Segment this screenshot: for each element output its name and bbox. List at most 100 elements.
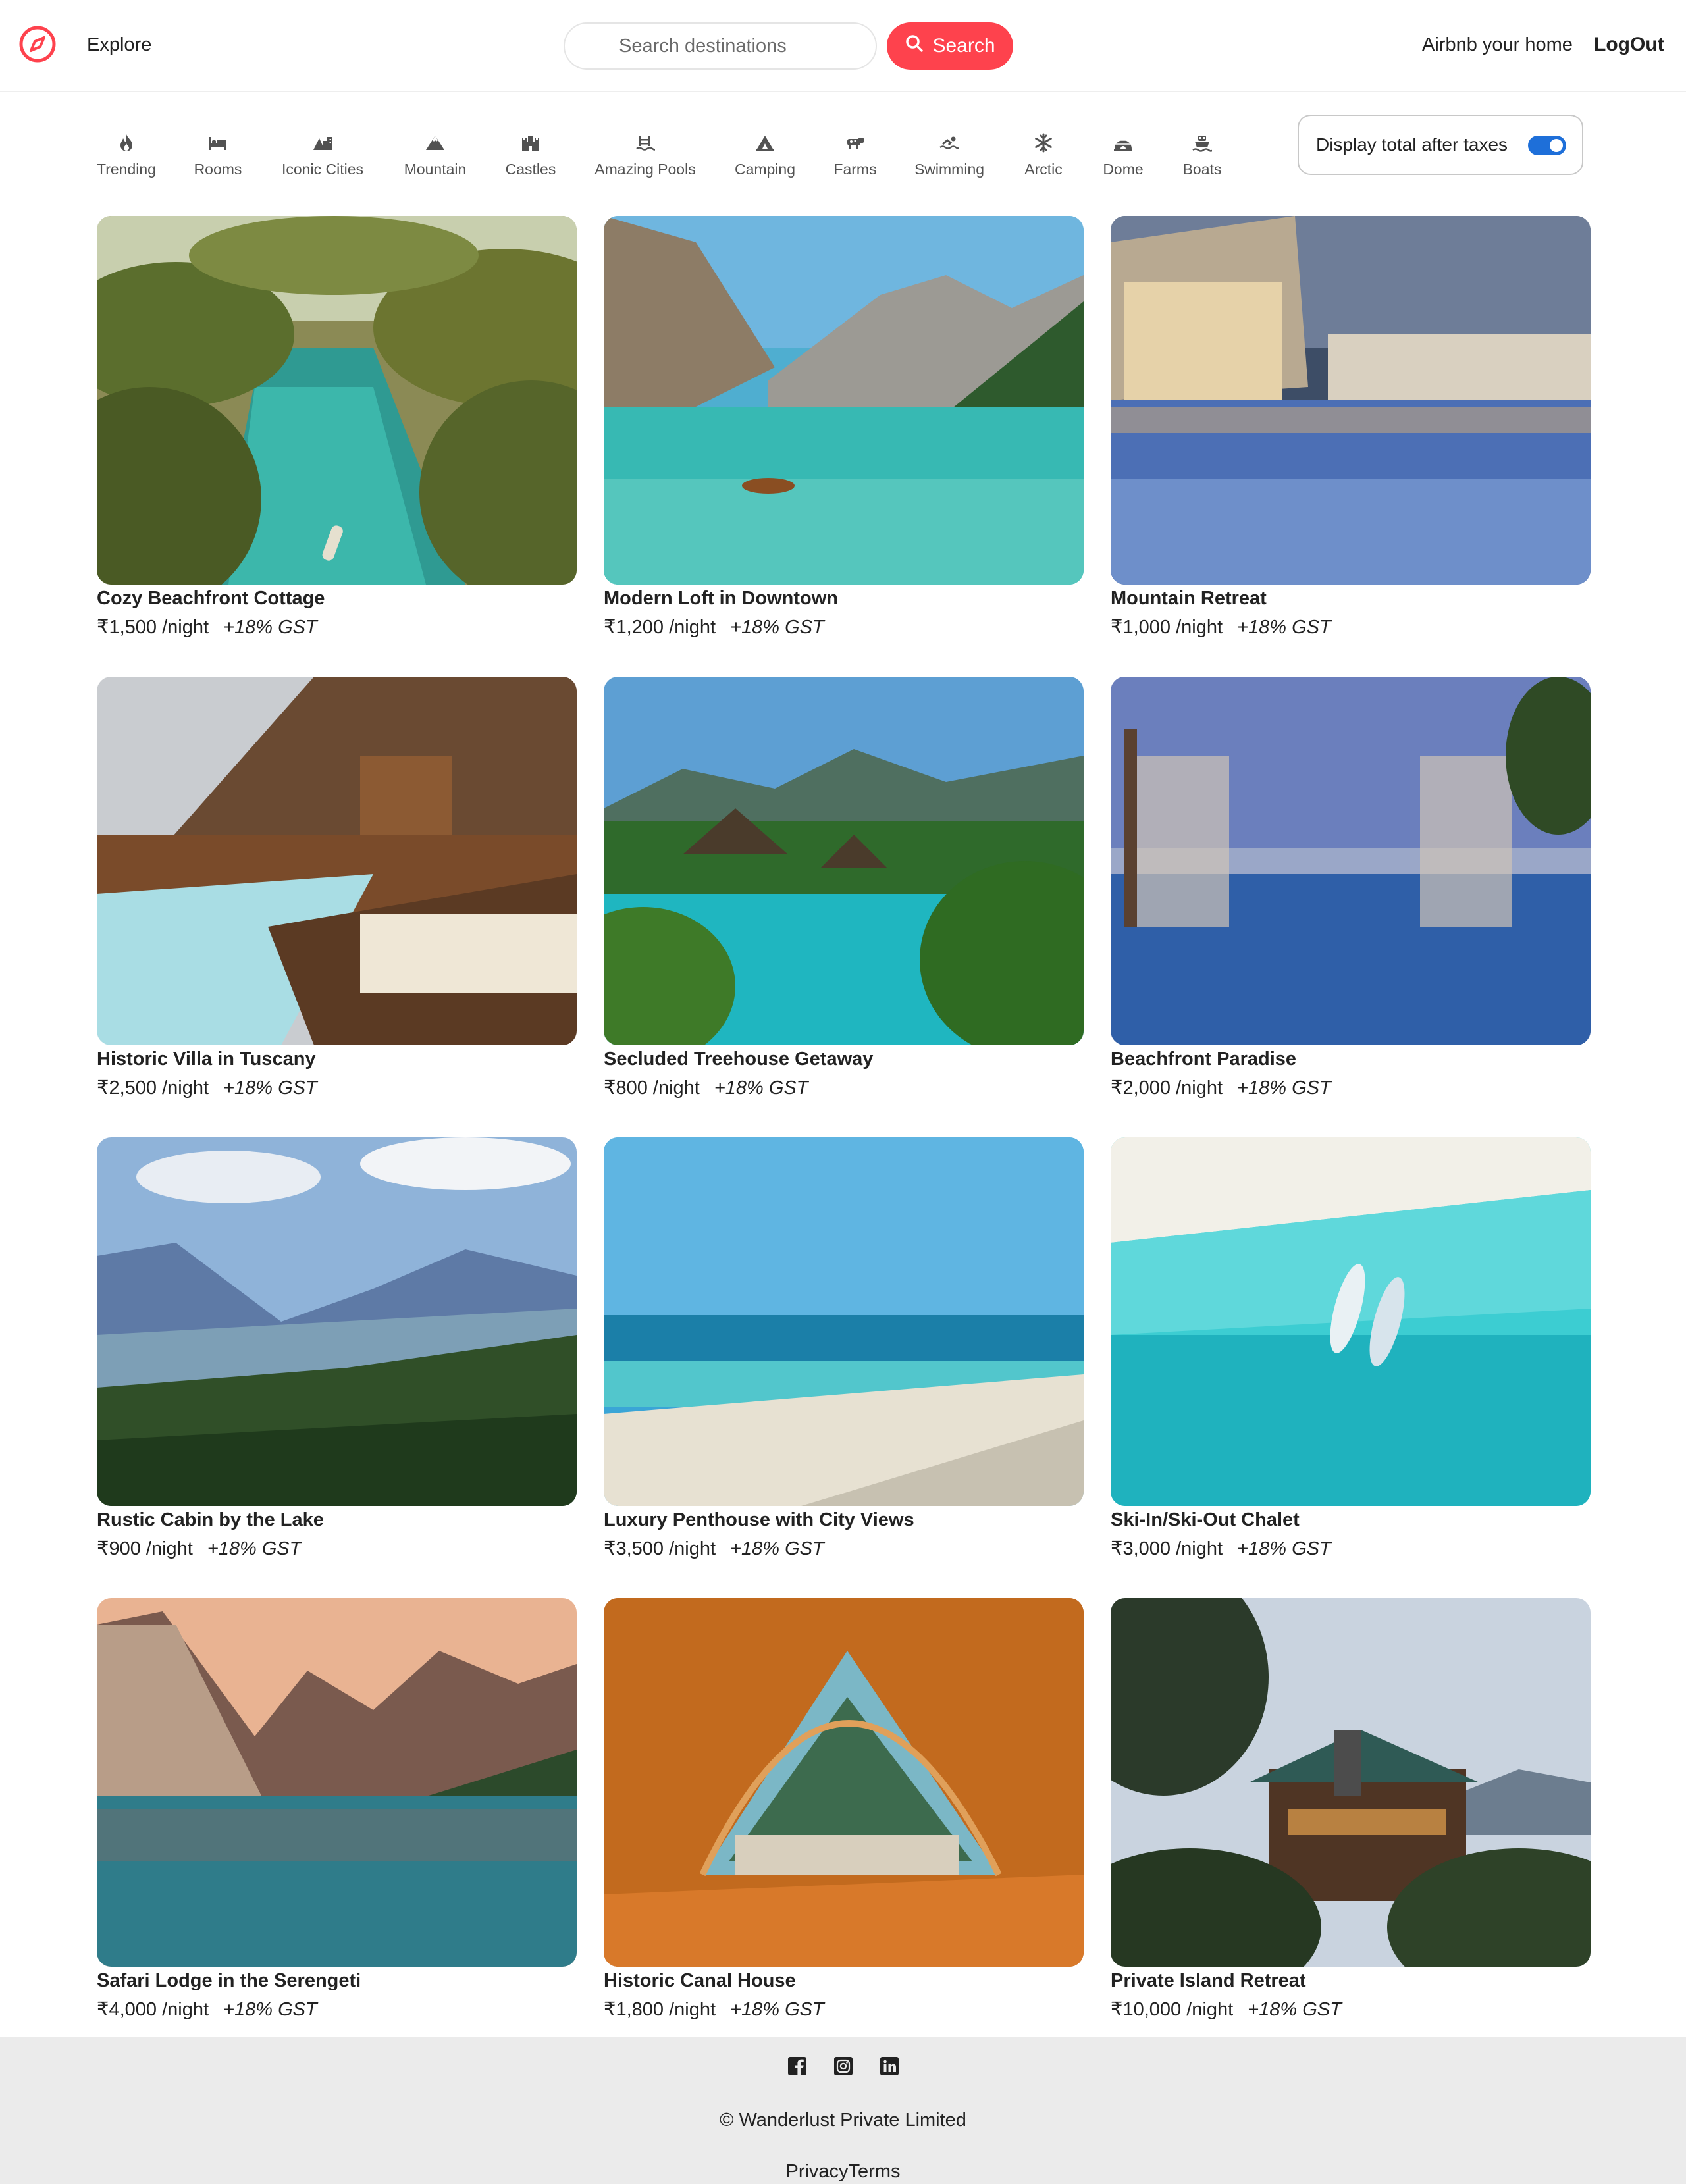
price-per-night: ₹10,000 /night: [1111, 1999, 1234, 2020]
navbar: Explore Search Airbnb your home LogOut: [0, 0, 1686, 92]
listing-image[interactable]: [97, 1598, 577, 1967]
listing-image[interactable]: [97, 1137, 577, 1506]
listing-image[interactable]: [1111, 677, 1591, 1045]
search-button-label: Search: [932, 35, 995, 57]
listing-card[interactable]: Historic Canal House ₹1,800 /night +18% G…: [604, 1598, 1084, 2020]
compass-logo-icon[interactable]: [18, 25, 57, 63]
privacy-terms-links[interactable]: PrivacyTerms: [0, 2161, 1686, 2183]
listing-card[interactable]: Beachfront Paradise ₹2,000 /night +18% GS…: [1111, 677, 1591, 1099]
listing-image[interactable]: [97, 216, 577, 585]
filter-label: Farms: [833, 161, 877, 178]
gst-label: +18% GST: [730, 1538, 824, 1559]
listing-price: ₹900 /night +18% GST: [97, 1537, 302, 1560]
gst-label: +18% GST: [1248, 1999, 1342, 2020]
listing-title[interactable]: Historic Villa in Tuscany: [97, 1049, 316, 1070]
filter-label: Boats: [1182, 161, 1222, 178]
filter-label: Rooms: [194, 161, 242, 178]
filter-dome[interactable]: Dome: [1077, 132, 1169, 178]
logout-link[interactable]: LogOut: [1594, 34, 1664, 56]
filter-camping[interactable]: Camping: [719, 132, 811, 178]
listing-price: ₹4,000 /night +18% GST: [97, 1998, 317, 2021]
listing-title[interactable]: Ski-In/Ski-Out Chalet: [1111, 1509, 1300, 1531]
listing-image[interactable]: [604, 1137, 1084, 1506]
ferry-icon: [1191, 132, 1213, 154]
gst-label: +18% GST: [714, 1078, 808, 1099]
listing-card[interactable]: Mountain Retreat ₹1,000 /night +18% GST: [1111, 216, 1591, 638]
listing-title[interactable]: Beachfront Paradise: [1111, 1049, 1296, 1070]
listing-card[interactable]: Private Island Retreat ₹10,000 /night +18…: [1111, 1598, 1591, 2021]
listing-image[interactable]: [1111, 1137, 1591, 1506]
filter-arctic[interactable]: Arctic: [997, 132, 1090, 178]
tax-toggle-switch[interactable]: [1528, 136, 1566, 155]
listing-image[interactable]: [1111, 216, 1591, 585]
listing-image[interactable]: [604, 1598, 1084, 1967]
listing-title[interactable]: Luxury Penthouse with City Views: [604, 1509, 914, 1531]
listing-price: ₹1,500 /night +18% GST: [97, 615, 317, 638]
listing-image[interactable]: [1111, 1598, 1591, 1967]
toggle-knob: [1550, 139, 1563, 152]
airbnb-your-home-link[interactable]: Airbnb your home: [1422, 34, 1573, 56]
gst-label: +18% GST: [1237, 1078, 1331, 1099]
filter-label: Trending: [97, 161, 156, 178]
person-swimming-pool-icon: [634, 132, 656, 154]
gst-label: +18% GST: [223, 617, 317, 638]
filter-label: Dome: [1103, 161, 1144, 178]
price-per-night: ₹1,000 /night: [1111, 617, 1223, 638]
filter-label: Swimming: [914, 161, 985, 178]
filter-boats[interactable]: Boats: [1156, 132, 1248, 178]
listing-card[interactable]: Rustic Cabin by the Lake ₹900 /night +18%…: [97, 1137, 577, 1559]
filter-farms[interactable]: Farms: [809, 132, 901, 178]
explore-link[interactable]: Explore: [87, 34, 151, 56]
search-button[interactable]: Search: [887, 22, 1013, 70]
snowflake-icon: [1032, 132, 1055, 154]
listing-title[interactable]: Mountain Retreat: [1111, 588, 1267, 610]
listing-card[interactable]: Cozy Beachfront Cottage ₹1,500 /night +18…: [97, 216, 577, 638]
filter-swimming[interactable]: Swimming: [903, 132, 995, 178]
listing-price: ₹2,000 /night +18% GST: [1111, 1076, 1331, 1099]
listing-price: ₹10,000 /night +18% GST: [1111, 1998, 1342, 2021]
listing-price: ₹800 /night +18% GST: [604, 1076, 808, 1099]
filter-label: Amazing Pools: [594, 161, 696, 178]
search-input[interactable]: [564, 22, 877, 70]
listing-card[interactable]: Ski-In/Ski-Out Chalet ₹3,000 /night +18% …: [1111, 1137, 1591, 1559]
listing-title[interactable]: Secluded Treehouse Getaway: [604, 1049, 873, 1070]
filter-trending[interactable]: Trending: [80, 132, 172, 178]
facebook-icon[interactable]: [787, 2056, 807, 2076]
gst-label: +18% GST: [223, 1078, 317, 1099]
listing-title[interactable]: Safari Lodge in the Serengeti: [97, 1970, 361, 1992]
castle-icon: [519, 132, 542, 154]
price-per-night: ₹1,800 /night: [604, 1999, 716, 2020]
listing-card[interactable]: Luxury Penthouse with City Views ₹3,500 …: [604, 1137, 1084, 1559]
instagram-icon[interactable]: [833, 2056, 853, 2076]
tax-toggle[interactable]: Display total after taxes: [1298, 115, 1583, 175]
listing-image[interactable]: [97, 677, 577, 1045]
filter-label: Arctic: [1024, 161, 1063, 178]
listing-title[interactable]: Private Island Retreat: [1111, 1970, 1306, 1992]
linkedin-icon[interactable]: [880, 2056, 899, 2076]
campground-icon: [754, 132, 776, 154]
listing-title[interactable]: Rustic Cabin by the Lake: [97, 1509, 324, 1531]
listing-title[interactable]: Cozy Beachfront Cottage: [97, 588, 325, 610]
listing-card[interactable]: Secluded Treehouse Getaway ₹800 /night +1…: [604, 677, 1084, 1099]
price-per-night: ₹800 /night: [604, 1078, 700, 1099]
listing-price: ₹3,000 /night +18% GST: [1111, 1537, 1331, 1560]
price-per-night: ₹1,200 /night: [604, 617, 716, 638]
fire-icon: [115, 132, 138, 154]
gst-label: +18% GST: [223, 1999, 317, 2020]
listing-card[interactable]: Historic Villa in Tuscany ₹2,500 /night +…: [97, 677, 577, 1099]
listing-image[interactable]: [604, 216, 1084, 585]
gst-label: +18% GST: [730, 1999, 824, 2020]
cow-icon: [844, 132, 866, 154]
filter-amazing-pools[interactable]: Amazing Pools: [594, 132, 696, 178]
filter-iconic-cities[interactable]: Iconic Cities: [277, 132, 369, 178]
listing-card[interactable]: Safari Lodge in the Serengeti ₹4,000 /ni…: [97, 1598, 577, 2021]
filter-castles[interactable]: Castles: [485, 132, 577, 178]
listing-card[interactable]: Modern Loft in Downtown ₹1,200 /night +18…: [604, 216, 1084, 638]
listing-title[interactable]: Historic Canal House: [604, 1970, 796, 1992]
listing-image[interactable]: [604, 677, 1084, 1045]
price-per-night: ₹3,500 /night: [604, 1538, 716, 1559]
price-per-night: ₹1,500 /night: [97, 617, 209, 638]
listing-title[interactable]: Modern Loft in Downtown: [604, 588, 838, 610]
filter-rooms[interactable]: Rooms: [172, 132, 264, 178]
filter-mountain[interactable]: Mountain: [389, 132, 481, 178]
